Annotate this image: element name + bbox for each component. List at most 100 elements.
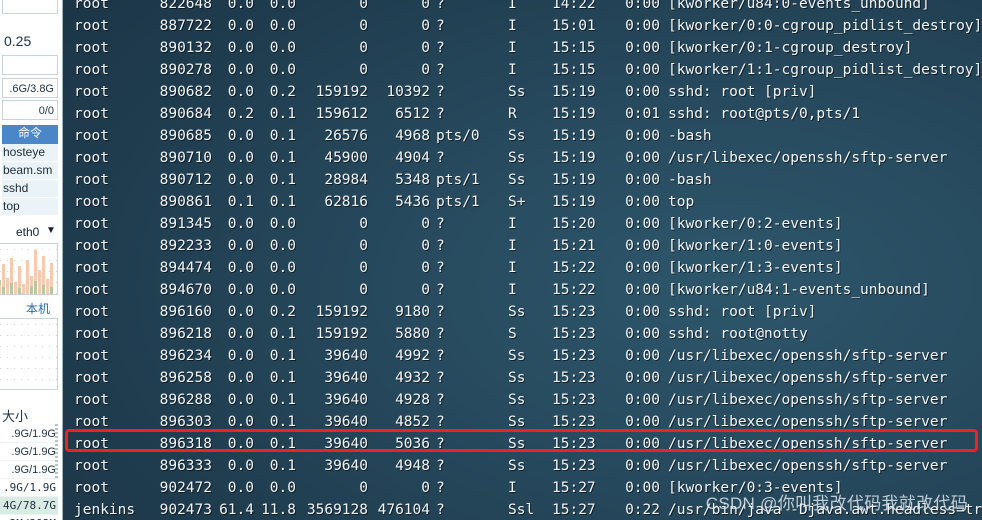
process-command: /usr/libexec/openssh/sftp-server bbox=[668, 436, 948, 452]
process-tty: pts/0 bbox=[436, 128, 480, 144]
process-user: root bbox=[74, 62, 109, 78]
network-traffic-chart bbox=[0, 243, 58, 295]
monitor-sidebar[interactable]: 0.25 .6G/3.8G 0/0 命令 hosteye beam.sm ssh… bbox=[0, 0, 63, 520]
process-user: jenkins bbox=[74, 502, 136, 518]
process-tty: ? bbox=[436, 18, 445, 34]
process-vsz: 28984 bbox=[324, 172, 368, 188]
process-stat: S+ bbox=[508, 194, 526, 210]
process-vsz: 159612 bbox=[315, 106, 368, 122]
process-tty: ? bbox=[436, 502, 445, 518]
process-rss: 4992 bbox=[395, 348, 430, 364]
process-stat: Ss bbox=[508, 304, 526, 320]
process-user: root bbox=[74, 0, 109, 12]
process-pid: 902473 bbox=[159, 502, 212, 518]
process-pid: 890682 bbox=[159, 84, 212, 100]
process-row: root 822648 0.0 0.0 0 0? I 14:22 0:00 [kworker/u8… bbox=[62, 0, 982, 15]
process-row: root 891345 0.0 0.0 0 0? I 15:20 0:00 [kworker/0:… bbox=[62, 213, 982, 235]
process-time: 0:00 bbox=[625, 84, 660, 100]
process-stat: Ss bbox=[508, 458, 526, 474]
process-start: 15:19 bbox=[552, 128, 596, 144]
process-rss: 5436 bbox=[395, 194, 430, 210]
process-row: root 890685 0.0 0.1 26576 4968 pts/0 Ss 15:19 0:0… bbox=[62, 125, 982, 147]
terminal-window[interactable]: root 822648 0.0 0.0 0 0? I 14:22 0:00 [kworker/u8… bbox=[62, 0, 982, 520]
process-stat: Ss bbox=[508, 348, 526, 364]
process-list-item-0[interactable]: hosteye bbox=[2, 144, 58, 162]
process-mem: 0.1 bbox=[269, 436, 296, 452]
process-time: 0:00 bbox=[625, 18, 660, 34]
process-time: 0:00 bbox=[625, 282, 660, 298]
process-tty: pts/1 bbox=[436, 194, 480, 210]
process-vsz: 39640 bbox=[324, 436, 368, 452]
process-time: 0:00 bbox=[625, 238, 660, 254]
process-tty: ? bbox=[436, 62, 445, 78]
process-list-header: 命令 bbox=[2, 125, 58, 144]
process-stat: R bbox=[508, 106, 517, 122]
process-vsz: 0 bbox=[359, 282, 368, 298]
process-cpu: 0.0 bbox=[227, 436, 254, 452]
process-mem: 0.1 bbox=[269, 150, 296, 166]
process-user: root bbox=[74, 370, 109, 386]
process-list-item-2[interactable]: sshd bbox=[2, 180, 58, 198]
process-time: 0:00 bbox=[625, 480, 660, 496]
process-rss: 0 bbox=[421, 40, 430, 56]
process-cpu: 0.0 bbox=[227, 0, 254, 12]
process-list-item-1[interactable]: beam.sm bbox=[2, 162, 58, 180]
process-row: root 896288 0.0 0.1 39640 4928? Ss 15:23 0:00/us… bbox=[62, 389, 982, 411]
process-time: 0:00 bbox=[625, 392, 660, 408]
process-vsz: 0 bbox=[359, 216, 368, 232]
memory-usage-value: .6G/3.8G bbox=[2, 78, 58, 98]
process-list-item-3[interactable]: top bbox=[2, 198, 58, 216]
process-time: 0:00 bbox=[625, 414, 660, 430]
process-start: 15:19 bbox=[552, 150, 596, 166]
process-start: 15:20 bbox=[552, 216, 596, 232]
process-mem: 0.1 bbox=[269, 414, 296, 430]
chevron-down-icon[interactable]: ▼ bbox=[46, 225, 56, 236]
process-pid: 902472 bbox=[159, 480, 212, 496]
disk-row-5: 2M/392M bbox=[0, 515, 58, 520]
process-stat: I bbox=[508, 40, 517, 56]
process-rss: 0 bbox=[421, 62, 430, 78]
secondary-chart bbox=[0, 318, 58, 390]
process-start: 14:22 bbox=[552, 0, 596, 12]
process-row: root 890132 0.0 0.0 0 0? I 15:15 0:00 [kworker/0:… bbox=[62, 37, 982, 59]
process-rss: 4948 bbox=[395, 458, 430, 474]
process-stat: Ss bbox=[508, 84, 526, 100]
process-cpu: 0.0 bbox=[227, 260, 254, 276]
process-pid: 890861 bbox=[159, 194, 212, 210]
process-pid: 891345 bbox=[159, 216, 212, 232]
process-tty: ? bbox=[436, 480, 445, 496]
process-tty: ? bbox=[436, 238, 445, 254]
process-rss: 476104 bbox=[377, 502, 430, 518]
process-vsz: 62816 bbox=[324, 194, 368, 210]
disk-row-1: .9G/1.9G bbox=[0, 443, 58, 461]
process-stat: Ss bbox=[508, 150, 526, 166]
process-rss: 0 bbox=[421, 480, 430, 496]
process-vsz: 0 bbox=[359, 40, 368, 56]
process-time: 0:22 bbox=[625, 502, 660, 518]
process-tty: ? bbox=[436, 0, 445, 12]
process-command: /usr/libexec/openssh/sftp-server bbox=[668, 150, 948, 166]
network-interface-label[interactable]: eth0 bbox=[16, 225, 39, 239]
process-user: root bbox=[74, 304, 109, 320]
process-time: 0:00 bbox=[625, 62, 660, 78]
process-mem: 0.1 bbox=[269, 392, 296, 408]
process-cpu: 0.0 bbox=[227, 370, 254, 386]
process-command: [kworker/1:1-cgroup_pidlist_destroy] bbox=[668, 62, 982, 78]
load-average-value: 0.25 bbox=[4, 33, 32, 49]
process-mem: 0.0 bbox=[269, 238, 296, 254]
process-user: root bbox=[74, 128, 109, 144]
process-mem: 11.8 bbox=[261, 502, 296, 518]
process-tty: ? bbox=[436, 348, 445, 364]
process-pid: 822648 bbox=[159, 0, 212, 12]
process-command: -bash bbox=[668, 172, 712, 188]
process-rss: 5036 bbox=[395, 436, 430, 452]
process-pid: 896160 bbox=[159, 304, 212, 320]
process-user: root bbox=[74, 172, 109, 188]
process-mem: 0.0 bbox=[269, 62, 296, 78]
process-vsz: 159192 bbox=[315, 326, 368, 342]
process-pid: 896234 bbox=[159, 348, 212, 364]
disk-row-0: .9G/1.9G bbox=[0, 425, 58, 443]
process-time: 0:00 bbox=[625, 326, 660, 342]
process-row: root 890710 0.0 0.1 45900 4904? Ss 15:19 0:00/us… bbox=[62, 147, 982, 169]
process-command: /usr/libexec/openssh/sftp-server bbox=[668, 392, 948, 408]
